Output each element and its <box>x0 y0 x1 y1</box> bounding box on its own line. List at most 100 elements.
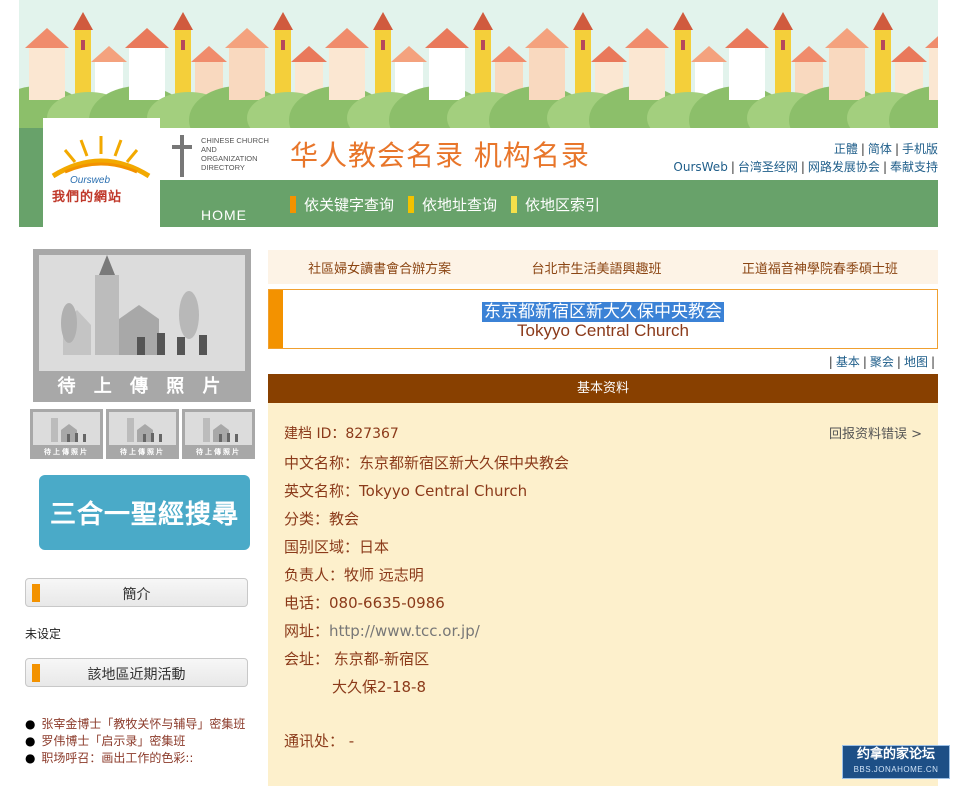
event-label: 张宰金博士「教牧关怀与辅导」密集班 <box>41 717 246 731</box>
banner-window <box>381 40 385 50</box>
banner-roof <box>191 46 227 62</box>
field-name-en: 英文名称：Tokyyo Central Church <box>284 482 528 500</box>
nav-marker <box>408 196 415 213</box>
site-logo[interactable] <box>43 118 160 228</box>
nav-label: 依关键字查询 <box>304 196 395 214</box>
thumbnail[interactable]: 待上傳照片 <box>30 409 103 459</box>
oursweb-link[interactable]: OursWeb <box>673 160 727 174</box>
banner-house <box>629 48 665 100</box>
village-placeholder-icon <box>127 418 162 442</box>
church-title-box: 东京都新宿区新大久保中央教会 Tokyyo Central Church <box>268 289 938 349</box>
banner-window <box>581 40 585 50</box>
church-photo-placeholder[interactable]: 待 上 傳 照 片 <box>33 249 251 402</box>
home-link[interactable]: HOME <box>201 207 247 223</box>
donate-link[interactable]: 奉献支持 <box>890 160 938 174</box>
banner-roof <box>25 28 69 48</box>
banner-roof <box>325 28 369 48</box>
banner-window <box>181 40 185 50</box>
placeholder-village-image <box>39 255 245 371</box>
photo-thumbnails: 待上傳照片 待上傳照片 待上傳照片 <box>30 409 255 459</box>
thumbnail-image <box>109 412 176 445</box>
nav-label: 依地址查询 <box>422 196 498 214</box>
banner-house <box>829 48 865 100</box>
selected-church-name: 东京都新宿区新大久保中央教会 <box>482 302 724 322</box>
banner-spire <box>373 12 393 30</box>
search-by-address[interactable]: 依地址查询 <box>408 194 497 215</box>
announcement-link[interactable]: 正道福音神學院春季碩士班 <box>742 258 898 277</box>
banner-window <box>681 40 685 50</box>
language-links: 正體 | 简体 | 手机版 <box>833 142 938 156</box>
tab-meetings[interactable]: 聚会 <box>870 355 894 369</box>
village-placeholder-icon <box>203 418 238 442</box>
bullet-icon: ● <box>25 751 36 765</box>
search-by-region[interactable]: 依地区索引 <box>511 194 600 215</box>
banner-roof <box>225 28 269 48</box>
thumbnail-image <box>185 412 252 445</box>
announcement-link[interactable]: 台北市生活美語興趣班 <box>531 258 661 277</box>
announcement-link[interactable]: 社區婦女讀書會合辦方案 <box>308 258 451 277</box>
banner-window <box>881 40 885 50</box>
field-leader: 负责人：牧师 远志明 <box>284 566 424 584</box>
record-id: 建档 ID：827367 <box>284 426 399 442</box>
banner-spire <box>873 12 893 30</box>
bible-site-link[interactable]: 台湾圣经网 <box>738 160 798 174</box>
intro-header: 簡介 <box>25 578 248 607</box>
banner-house <box>229 48 265 100</box>
event-label: 职场呼召：画出工作的色彩:: <box>41 751 194 765</box>
thumbnail[interactable]: 待上傳照片 <box>182 409 255 459</box>
banner-roof <box>125 28 169 48</box>
photo-caption: 待 上 傳 照 片 <box>57 376 227 397</box>
banner-spire <box>573 12 593 30</box>
event-label: 罗伟博士「启示录」密集班 <box>41 734 186 748</box>
page: Oursweb 我們的網站 HOME CHINESE CHURCH AND OR… <box>0 0 956 786</box>
tab-basic[interactable]: 基本 <box>836 355 860 369</box>
detail-tabs: | 基本 | 聚会 | 地图 | <box>828 355 935 369</box>
banner-roof <box>625 28 669 48</box>
report-error-link[interactable]: 回报资料错误 > <box>829 423 922 442</box>
events-title: 該地區近期活動 <box>87 667 186 683</box>
banner-roof <box>291 46 327 62</box>
thumbnail-caption: 待上傳照片 <box>44 448 89 456</box>
event-item[interactable]: ● 职场呼召：画出工作的色彩:: <box>25 750 253 767</box>
cross-icon <box>172 135 192 177</box>
search-by-keyword[interactable]: 依关键字查询 <box>290 194 394 215</box>
bullet-icon: ● <box>25 734 36 748</box>
banner-roof <box>691 46 727 62</box>
network-association-link[interactable]: 网路发展协会 <box>808 160 880 174</box>
lang-simplified-link[interactable]: 简体 <box>868 142 892 156</box>
lang-traditional-link[interactable]: 正體 <box>834 142 858 156</box>
banner-spire <box>673 12 693 30</box>
event-item[interactable]: ● 罗伟博士「启示录」密集班 <box>25 733 253 750</box>
field-contact: 通讯处： - <box>284 732 355 750</box>
banner-roof <box>391 46 427 62</box>
nav-label: 依地区索引 <box>525 196 601 214</box>
nav-marker <box>511 196 518 213</box>
watermark-line1: 约拿的家论坛 <box>856 747 935 762</box>
banner-roof <box>825 28 869 48</box>
tab-map[interactable]: 地图 <box>904 355 928 369</box>
thumbnail-image <box>33 412 100 445</box>
bible-search-button[interactable]: 三合一聖經搜尋 <box>39 475 250 550</box>
intro-text: 未设定 <box>25 627 62 641</box>
field-phone: 电话：080-6635-0986 <box>284 594 445 612</box>
events-header: 該地區近期活動 <box>25 658 248 687</box>
forum-watermark: 约拿的家论坛 BBS.JONAHOME.CN <box>842 745 950 779</box>
banner-roof <box>525 28 569 48</box>
site-title: 华人教会名录 机构名录 <box>290 139 590 172</box>
event-item[interactable]: ● 张宰金博士「教牧关怀与辅导」密集班 <box>25 716 253 733</box>
mobile-version-link[interactable]: 手机版 <box>902 142 938 156</box>
thumbnail[interactable]: 待上傳照片 <box>106 409 179 459</box>
banner-house <box>729 48 765 100</box>
event-list: ● 张宰金博士「教牧关怀与辅导」密集班 ● 罗伟博士「启示录」密集班 ● 职场呼… <box>25 716 253 767</box>
bullet-icon: ● <box>25 717 36 731</box>
search-nav: 依关键字查询 依地址查询 依地区索引 <box>290 194 600 215</box>
watermark-line2: BBS.JONAHOME.CN <box>853 765 939 774</box>
field-address: 会址： 东京都-新宿区 <box>284 650 430 668</box>
church-name-zh: 东京都新宿区新大久保中央教会 <box>269 297 937 322</box>
banner-roof <box>425 28 469 48</box>
banner-window <box>281 40 285 50</box>
website-link[interactable]: http://www.tcc.or.jp/ <box>329 622 480 640</box>
banner-roof <box>491 46 527 62</box>
banner-spire <box>273 12 293 30</box>
banner-roof <box>591 46 627 62</box>
